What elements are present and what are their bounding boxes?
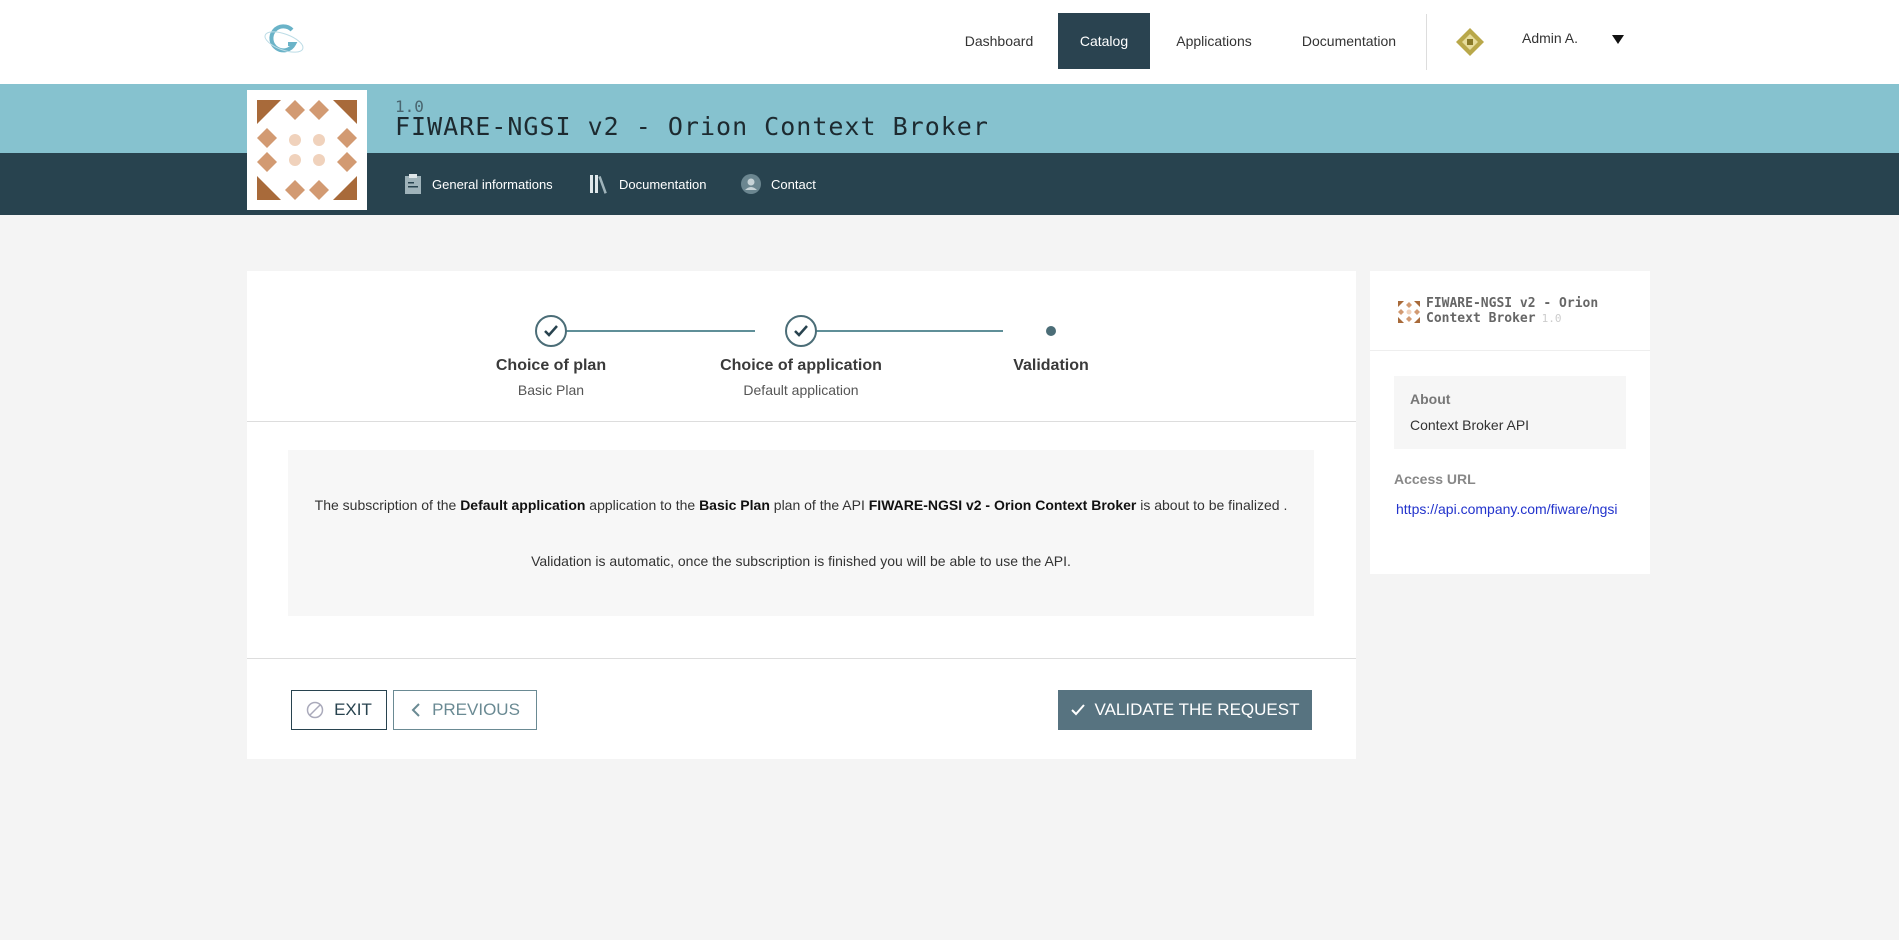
- api-small-logo-icon: [1398, 301, 1420, 323]
- summary-plan-name: Basic Plan: [699, 497, 770, 513]
- subnav-contact-label: Contact: [771, 176, 816, 192]
- step-3-title: Validation: [1013, 357, 1089, 374]
- previous-button[interactable]: PREVIOUS: [393, 690, 537, 730]
- nav-divider: [1426, 14, 1427, 70]
- step-2-check-icon: [785, 315, 817, 347]
- api-logo: [247, 90, 367, 210]
- step-1-subtitle: Basic Plan: [517, 382, 585, 398]
- sidebar-header: FIWARE-NGSI v2 - Orion Context Broker 1.0: [1370, 271, 1650, 351]
- step-3-current-dot: [1046, 326, 1056, 336]
- about-value: Context Broker API: [1410, 417, 1530, 433]
- validate-label: VALIDATE THE REQUEST: [1094, 700, 1300, 719]
- api-title: FIWARE-NGSI v2 - Orion Context Broker: [395, 112, 989, 141]
- nav-catalog[interactable]: Catalog: [1058, 13, 1150, 69]
- nav-dashboard[interactable]: Dashboard: [944, 13, 1054, 69]
- exit-button[interactable]: EXIT: [291, 690, 387, 730]
- about-box: About Context Broker API: [1394, 376, 1626, 449]
- nav-documentation[interactable]: Documentation: [1292, 13, 1406, 69]
- step-1-title: Choice of plan: [495, 357, 607, 374]
- summary-api-name: FIWARE-NGSI v2 - Orion Context Broker: [868, 497, 1137, 513]
- clipboard-icon: [405, 174, 421, 194]
- chevron-left-icon: [411, 703, 420, 717]
- books-icon: [590, 175, 607, 194]
- step-2-title: Choice of application: [720, 357, 882, 374]
- summary-app-name: Default application: [460, 497, 586, 513]
- stepper: Choice of plan Basic Plan Choice of appl…: [247, 271, 1356, 421]
- sidebar-api-title[interactable]: FIWARE-NGSI v2 - Orion Context Broker 1.0: [1426, 296, 1636, 326]
- summary-text: The subscription of the Default applicat…: [314, 497, 1288, 513]
- company-logo-icon[interactable]: [262, 20, 310, 60]
- summary-note: Validation is automatic, once the subscr…: [531, 553, 1071, 569]
- user-menu-caret-icon[interactable]: [1612, 35, 1624, 44]
- about-label: About: [1410, 391, 1451, 407]
- subnav-documentation[interactable]: Documentation: [589, 170, 706, 198]
- divider: [247, 658, 1356, 659]
- nav-applications[interactable]: Applications: [1160, 13, 1268, 69]
- user-name[interactable]: Admin A.: [1522, 30, 1578, 46]
- api-pattern-icon: [257, 100, 357, 200]
- divider: [247, 421, 1356, 422]
- check-icon: [1070, 704, 1085, 716]
- subnav-documentation-label: Documentation: [619, 176, 707, 192]
- exit-label: EXIT: [334, 700, 372, 719]
- contact-person-icon: [741, 174, 761, 194]
- step-1-check-icon: [535, 315, 567, 347]
- subscription-card: Choice of plan Basic Plan Choice of appl…: [247, 271, 1356, 759]
- api-sidebar: FIWARE-NGSI v2 - Orion Context Broker 1.0…: [1370, 271, 1650, 574]
- subnav-contact[interactable]: Contact: [741, 170, 816, 198]
- top-navbar: Dashboard Catalog Applications Documenta…: [0, 0, 1899, 84]
- subnav-general-label: General informations: [432, 176, 553, 192]
- step-connector: [801, 330, 1003, 332]
- step-connector: [551, 330, 755, 332]
- access-url-link[interactable]: https://api.company.com/fiware/ngsi: [1396, 500, 1620, 518]
- sidebar-api-version: 1.0: [1541, 312, 1562, 325]
- subnav-general-informations[interactable]: General informations: [404, 170, 553, 198]
- previous-label: PREVIOUS: [432, 700, 520, 719]
- access-url-label: Access URL: [1394, 471, 1476, 487]
- validation-summary: The subscription of the Default applicat…: [288, 450, 1314, 616]
- validate-request-button[interactable]: VALIDATE THE REQUEST: [1058, 690, 1312, 730]
- user-avatar-icon[interactable]: [1455, 27, 1485, 57]
- cancel-circle-icon: [306, 701, 324, 719]
- step-2-subtitle: Default application: [743, 382, 859, 398]
